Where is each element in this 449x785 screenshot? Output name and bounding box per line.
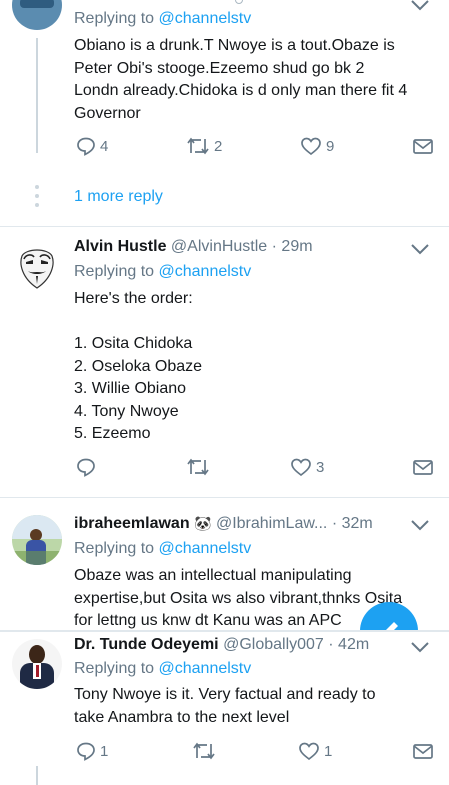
more-replies-link[interactable]: 1 more reply: [74, 188, 163, 206]
retweet-count: 2: [214, 137, 223, 155]
message-icon: [413, 460, 433, 475]
replying-to-link[interactable]: @channelstv: [159, 10, 252, 27]
replying-to: Replying to @channelstv: [74, 263, 251, 281]
handle-and-time[interactable]: @AlvinHustle · 29m: [171, 238, 313, 255]
panda-emoji: 🐼: [194, 515, 212, 531]
tweet-header: Dr. Tunde Odeyemi @Globally007 · 42m: [74, 636, 369, 654]
replying-to-link[interactable]: @channelstv: [159, 660, 252, 677]
reply-button[interactable]: [76, 457, 100, 477]
retweet-button[interactable]: [186, 457, 214, 477]
replying-prefix: Replying to: [74, 263, 155, 280]
tweet-header: Alvin Hustle @AlvinHustle · 29m: [74, 238, 313, 256]
thread-line: [36, 766, 38, 785]
chevron-down-icon[interactable]: [410, 518, 430, 536]
reply-button[interactable]: 1: [76, 741, 108, 761]
like-button[interactable]: 3: [290, 457, 324, 477]
replying-to-link[interactable]: @channelstv: [159, 540, 252, 557]
handle[interactable]: @IbrahimLaw...: [216, 515, 327, 532]
reply-icon: [77, 137, 95, 156]
display-name[interactable]: ibraheemlawan: [74, 515, 190, 532]
small-mark-icon: [235, 0, 243, 4]
chevron-down-icon[interactable]: [410, 242, 430, 260]
reply-icon: [77, 742, 95, 761]
retweet-icon: [187, 137, 209, 155]
replying-to-link[interactable]: @channelstv: [159, 263, 252, 280]
like-icon: [291, 458, 311, 477]
message-icon: [413, 139, 433, 154]
display-name[interactable]: Dr. Tunde Odeyemi: [74, 636, 219, 653]
message-button[interactable]: [412, 741, 434, 761]
thread-continuation-dots: [35, 185, 39, 212]
timestamp: · 32m: [331, 515, 373, 532]
replying-to: Replying to @channelstv: [74, 660, 251, 678]
like-icon: [301, 137, 321, 156]
reply-count: 4: [100, 137, 109, 155]
divider: [0, 630, 449, 632]
replying-to: Replying to @channelstv: [74, 10, 251, 28]
replying-prefix: Replying to: [74, 660, 155, 677]
like-button[interactable]: 1: [298, 741, 332, 761]
retweet-button[interactable]: 2: [186, 136, 222, 156]
like-button[interactable]: 9: [300, 136, 334, 156]
tweet-4[interactable]: Dr. Tunde Odeyemi @Globally007 · 42m Rep…: [0, 630, 449, 785]
handle-and-time[interactable]: @Globally007 · 42m: [223, 636, 369, 653]
avatar[interactable]: [12, 242, 62, 292]
replying-prefix: Replying to: [74, 540, 155, 557]
retweet-button[interactable]: [192, 741, 220, 761]
avatar[interactable]: [12, 0, 62, 30]
tweet-text: Here's the order: 1. Osita Chidoka 2. Os…: [74, 290, 203, 442]
like-icon: [299, 742, 319, 761]
retweet-icon: [193, 742, 215, 760]
retweet-icon: [187, 458, 209, 476]
like-count: 3: [316, 458, 325, 476]
tweet-text: Obiano is a drunk.T Nwoye is a tout.Obaz…: [74, 37, 408, 122]
chevron-down-icon[interactable]: [410, 0, 430, 16]
message-button[interactable]: [412, 457, 434, 477]
avatar[interactable]: [12, 515, 62, 565]
message-button[interactable]: [412, 136, 434, 156]
replying-prefix: Replying to: [74, 10, 155, 27]
reply-icon: [77, 458, 95, 477]
divider: [0, 497, 449, 498]
tweet-text: Tony Nwoye is it. Very factual and ready…: [74, 686, 376, 726]
tweet-header: ibraheemlawan 🐼 @IbrahimLaw... · 32m: [74, 515, 373, 533]
display-name[interactable]: Alvin Hustle: [74, 238, 166, 255]
avatar[interactable]: [12, 639, 62, 689]
like-count: 1: [324, 742, 333, 760]
chevron-down-icon[interactable]: [410, 640, 430, 658]
message-icon: [413, 744, 433, 759]
like-count: 9: [326, 137, 335, 155]
thread-line: [36, 38, 38, 153]
reply-count: 1: [100, 742, 109, 760]
replying-to: Replying to @channelstv: [74, 540, 251, 558]
reply-button[interactable]: 4: [76, 136, 108, 156]
divider: [0, 226, 449, 227]
